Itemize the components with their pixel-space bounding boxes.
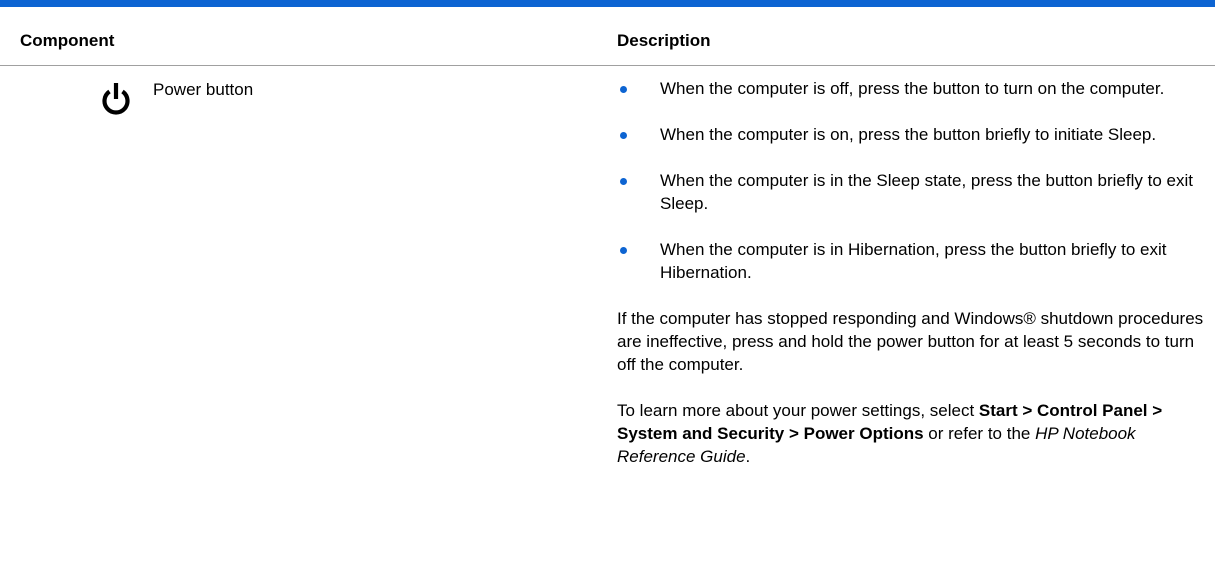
header-component: Component: [20, 31, 115, 50]
bullet-text: When the computer is off, press the butt…: [660, 79, 1165, 98]
description-cell: When the computer is off, press the butt…: [608, 77, 1208, 491]
learn-more-prefix: To learn more about your power settings,…: [617, 401, 979, 420]
bullet-text: When the computer is on, press the butto…: [660, 125, 1157, 144]
bullet-text: When the computer is in Hibernation, pre…: [660, 240, 1167, 282]
table-header-row: Component Description: [0, 7, 1215, 66]
list-item: When the computer is in Hibernation, pre…: [608, 238, 1215, 284]
bullet-icon: [620, 132, 627, 139]
power-icon: [102, 83, 130, 115]
header-description: Description: [617, 31, 711, 50]
note-paragraph: If the computer has stopped responding a…: [617, 309, 1204, 374]
bullet-icon: [620, 86, 627, 93]
list-item: When the computer is in the Sleep state,…: [608, 169, 1215, 215]
learn-more-suffix: .: [745, 447, 751, 466]
list-item: When the computer is on, press the butto…: [608, 123, 1215, 146]
top-rule: [0, 0, 1215, 7]
bullet-text: When the computer is in the Sleep state,…: [660, 171, 1193, 213]
bullet-icon: [620, 247, 627, 254]
component-name: Power button: [153, 80, 254, 99]
bullet-list: When the computer is off, press the butt…: [608, 77, 1208, 284]
list-item: When the computer is off, press the butt…: [608, 77, 1215, 100]
learn-more-middle: or refer to the: [923, 424, 1036, 443]
learn-more-paragraph: To learn more about your power settings,…: [617, 399, 1207, 468]
bullet-icon: [620, 178, 627, 185]
